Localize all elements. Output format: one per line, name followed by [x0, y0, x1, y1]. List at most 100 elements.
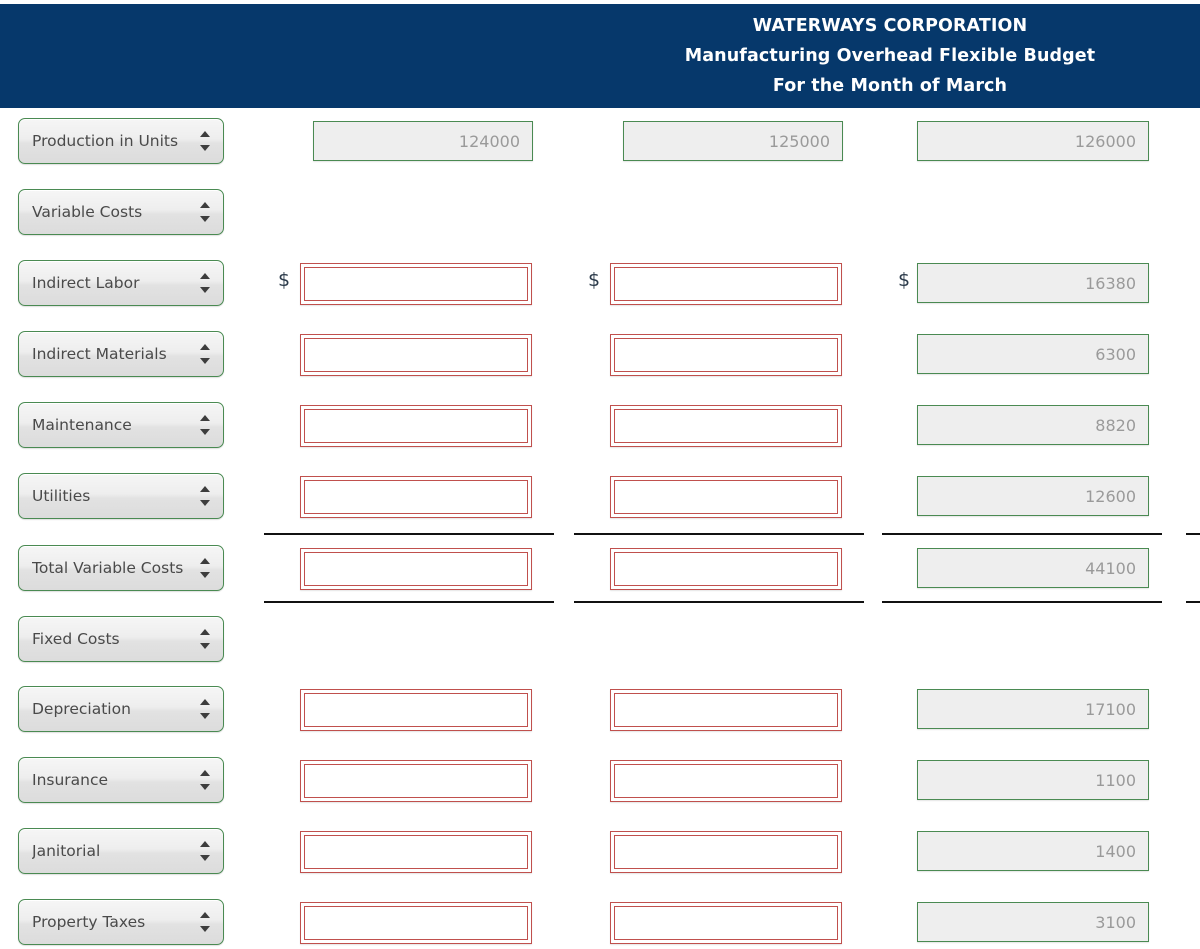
input-field-insurance-col1[interactable]: [300, 760, 532, 802]
subtotal-rule-above-col4: [1186, 533, 1200, 535]
account-select-label: Variable Costs: [32, 203, 143, 221]
account-select-janitorial[interactable]: Janitorial: [18, 828, 224, 874]
budget-row-property-taxes: Property Taxes 3100: [0, 899, 1200, 947]
value-field-depreciation-col3: 17100: [917, 689, 1149, 729]
account-select-maintenance[interactable]: Maintenance: [18, 402, 224, 448]
account-select-label: Maintenance: [32, 416, 132, 434]
account-select-utilities[interactable]: Utilities: [18, 473, 224, 519]
statement-header-banner: WATERWAYS CORPORATION Manufacturing Over…: [0, 4, 1200, 108]
account-select-insurance[interactable]: Insurance: [18, 757, 224, 803]
input-inner-border: [304, 267, 528, 301]
input-field-maintenance-col1[interactable]: [300, 405, 532, 447]
value-field-production-in-units-col3: 126000: [917, 121, 1149, 161]
input-field-maintenance-col2[interactable]: [610, 405, 842, 447]
value-field-production-in-units-col2: 125000: [623, 121, 843, 161]
value-field-indirect-materials-col3: 6300: [917, 334, 1149, 374]
subtotal-rule-above-col2: [574, 533, 864, 535]
budget-row-depreciation: Depreciation 17100: [0, 686, 1200, 734]
account-select-indirect-labor[interactable]: Indirect Labor: [18, 260, 224, 306]
account-select-total-variable-costs[interactable]: Total Variable Costs: [18, 545, 224, 591]
budget-row-janitorial: Janitorial 1400: [0, 828, 1200, 876]
input-inner-border: [614, 338, 838, 372]
budget-row-indirect-labor: Indirect Labor$$$16380$: [0, 260, 1200, 308]
subtotal-rule-below-col2: [574, 601, 864, 603]
value-text: 12600: [1085, 486, 1136, 506]
account-select-label: Production in Units: [32, 132, 179, 150]
spinner-updown-icon: [199, 201, 211, 223]
input-inner-border: [614, 409, 838, 443]
account-select-fixed-costs[interactable]: Fixed Costs: [18, 616, 224, 662]
spinner-updown-icon: [199, 130, 211, 152]
input-inner-border: [304, 835, 528, 869]
input-field-indirect-materials-col1[interactable]: [300, 334, 532, 376]
statement-header-text: WATERWAYS CORPORATION Manufacturing Over…: [590, 4, 1190, 108]
spinner-updown-icon: [199, 485, 211, 507]
budget-row-production-in-units: Production in Units 124000 125000 126000: [0, 118, 1200, 166]
input-inner-border: [614, 267, 838, 301]
input-field-insurance-col2[interactable]: [610, 760, 842, 802]
currency-symbol-col1: $: [278, 269, 291, 291]
subtotal-rule-above-col3: [882, 533, 1162, 535]
budget-row-utilities: Utilities 12600: [0, 473, 1200, 521]
spinner-updown-icon: [199, 628, 211, 650]
account-select-depreciation[interactable]: Depreciation: [18, 686, 224, 732]
subtotal-rule-below-col3: [882, 601, 1162, 603]
input-inner-border: [304, 693, 528, 727]
account-select-label: Janitorial: [32, 842, 101, 860]
budget-worksheet: Production in Units 124000 125000 126000 Var…: [0, 108, 1200, 949]
spinner-updown-icon: [199, 343, 211, 365]
input-field-indirect-labor-col1[interactable]: [300, 263, 532, 305]
subtotal-rule-below-col4: [1186, 601, 1200, 603]
account-select-label: Utilities: [32, 487, 91, 505]
input-field-indirect-materials-col2[interactable]: [610, 334, 842, 376]
input-field-indirect-labor-col2[interactable]: [610, 263, 842, 305]
input-field-depreciation-col2[interactable]: [610, 689, 842, 731]
input-inner-border: [304, 409, 528, 443]
currency-symbol-col3: $: [898, 269, 911, 291]
budget-row-fixed-costs: Fixed Costs: [0, 616, 1200, 664]
input-field-depreciation-col1[interactable]: [300, 689, 532, 731]
account-select-label: Indirect Labor: [32, 274, 140, 292]
account-select-label: Fixed Costs: [32, 630, 120, 648]
input-field-total-variable-costs-col2[interactable]: [610, 548, 842, 590]
value-text: 1400: [1095, 841, 1136, 861]
input-inner-border: [614, 693, 838, 727]
value-text: 1100: [1095, 770, 1136, 790]
input-inner-border: [614, 552, 838, 586]
budget-row-indirect-materials: Indirect Materials 6300: [0, 331, 1200, 379]
currency-symbol-col2: $: [588, 269, 601, 291]
account-select-label: Total Variable Costs: [32, 559, 184, 577]
spinner-updown-icon: [199, 272, 211, 294]
input-inner-border: [304, 906, 528, 940]
value-field-insurance-col3: 1100: [917, 760, 1149, 800]
spinner-updown-icon: [199, 840, 211, 862]
input-inner-border: [614, 764, 838, 798]
account-select-production-in-units[interactable]: Production in Units: [18, 118, 224, 164]
account-select-variable-costs[interactable]: Variable Costs: [18, 189, 224, 235]
spinner-updown-icon: [199, 557, 211, 579]
input-field-janitorial-col2[interactable]: [610, 831, 842, 873]
input-field-property-taxes-col1[interactable]: [300, 902, 532, 944]
spinner-updown-icon: [199, 769, 211, 791]
value-text: 6300: [1095, 344, 1136, 364]
company-name: WATERWAYS CORPORATION: [752, 16, 1028, 36]
account-select-label: Property Taxes: [32, 913, 146, 931]
value-field-utilities-col3: 12600: [917, 476, 1149, 516]
value-field-maintenance-col3: 8820: [917, 405, 1149, 445]
input-field-property-taxes-col2[interactable]: [610, 902, 842, 944]
input-inner-border: [304, 338, 528, 372]
subtotal-rule-above-col1: [264, 533, 554, 535]
budget-row-variable-costs: Variable Costs: [0, 189, 1200, 237]
account-select-property-taxes[interactable]: Property Taxes: [18, 899, 224, 945]
input-field-utilities-col1[interactable]: [300, 476, 532, 518]
account-select-label: Insurance: [32, 771, 109, 789]
account-select-label: Depreciation: [32, 700, 131, 718]
account-select-indirect-materials[interactable]: Indirect Materials: [18, 331, 224, 377]
input-field-janitorial-col1[interactable]: [300, 831, 532, 873]
input-field-total-variable-costs-col1[interactable]: [300, 548, 532, 590]
input-field-utilities-col2[interactable]: [610, 476, 842, 518]
budget-row-total-variable-costs: Total Variable Costs 44100: [0, 533, 1200, 603]
value-text: 125000: [768, 131, 830, 151]
spinner-updown-icon: [199, 911, 211, 933]
input-inner-border: [304, 480, 528, 514]
